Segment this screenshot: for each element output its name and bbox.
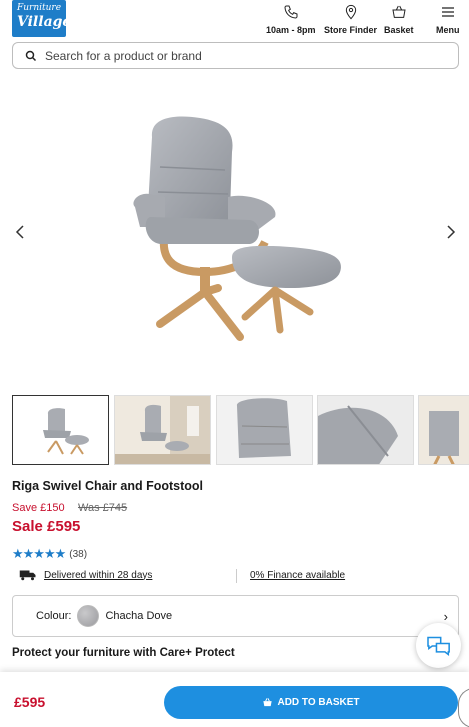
finance-info: 0% Finance available xyxy=(250,570,345,581)
phone-icon xyxy=(284,5,298,19)
side-drawer-tab[interactable] xyxy=(458,688,469,727)
add-to-basket-label: ADD TO BASKET xyxy=(277,697,360,708)
menu-label: Menu xyxy=(436,25,460,35)
colour-value: Chacha Dove xyxy=(105,610,173,622)
basket-icon xyxy=(392,5,406,18)
store-finder-label: Store Finder xyxy=(324,25,378,35)
sticky-footer: £595 ADD TO BASKET xyxy=(0,672,469,727)
logo-line2: Village xyxy=(17,14,72,30)
colour-swatch xyxy=(77,605,100,627)
phone-hours: 10am - 8pm xyxy=(266,25,316,35)
colour-label: Colour: xyxy=(36,610,72,622)
delivery-info: Delivered within 28 days xyxy=(18,569,152,581)
phone-link[interactable]: 10am - 8pm xyxy=(266,4,316,35)
chevron-right-icon: › xyxy=(443,609,448,624)
store-finder-link[interactable]: Store Finder xyxy=(324,4,377,35)
review-count: (38) xyxy=(69,548,88,560)
thumbnail-3[interactable] xyxy=(216,395,313,465)
info-divider xyxy=(236,569,237,583)
basket-link[interactable]: Basket xyxy=(384,4,414,35)
thumbnail-strip xyxy=(12,395,469,465)
add-to-basket-button[interactable]: ADD TO BASKET xyxy=(164,686,458,719)
chair-image xyxy=(133,116,341,341)
product-hero-image xyxy=(0,92,469,377)
menu-icon xyxy=(441,7,454,17)
product-page: Furniture Village 10am - 8pm Store Finde… xyxy=(0,0,469,727)
brand-logo[interactable]: Furniture Village xyxy=(12,0,72,37)
chat-icon xyxy=(426,636,450,656)
search-bar[interactable] xyxy=(12,42,459,69)
care-protect-heading: Protect your furniture with Care+ Protec… xyxy=(12,647,235,659)
menu-button[interactable]: Menu xyxy=(436,4,460,35)
save-amount: Save £150 xyxy=(12,502,65,514)
thumbnail-2[interactable] xyxy=(114,395,211,465)
chat-button[interactable] xyxy=(416,623,461,668)
basket-icon xyxy=(263,698,273,707)
delivery-truck-icon xyxy=(19,570,36,581)
colour-selector[interactable]: Colour: Chacha Dove › xyxy=(12,595,459,637)
sale-price: Sale £595 xyxy=(12,518,81,535)
search-input[interactable] xyxy=(45,48,425,63)
was-price: Was £745 xyxy=(78,502,128,514)
logo-line1: Furniture xyxy=(17,3,62,13)
product-title: Riga Swivel Chair and Footstool xyxy=(12,479,203,493)
search-icon xyxy=(25,50,37,61)
delivery-link[interactable]: Delivered within 28 days xyxy=(44,570,152,581)
thumbnail-1[interactable] xyxy=(12,395,109,465)
thumbnail-5[interactable] xyxy=(418,395,469,465)
product-rating[interactable]: ★★★★★ (38) xyxy=(12,546,87,562)
site-header: Furniture Village 10am - 8pm Store Finde… xyxy=(0,0,469,40)
footer-price: £595 xyxy=(14,694,46,710)
map-pin-icon xyxy=(345,4,356,20)
rating-stars: ★★★★★ xyxy=(12,546,66,561)
finance-link[interactable]: 0% Finance available xyxy=(250,570,345,581)
basket-label: Basket xyxy=(384,25,414,35)
thumbnail-4[interactable] xyxy=(317,395,414,465)
